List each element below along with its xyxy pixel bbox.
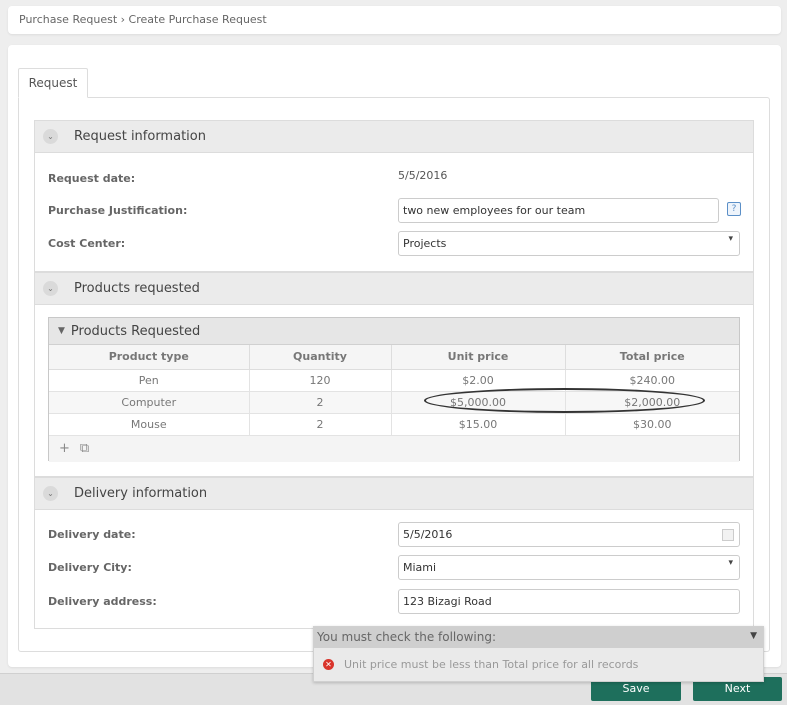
grid-header[interactable]: ▼ Products Requested [49, 318, 739, 345]
cost-center-label: Cost Center: [48, 237, 126, 250]
breadcrumb-current: Create Purchase Request [128, 13, 267, 26]
cell-quantity: 120 [249, 369, 392, 392]
copy-row-icon[interactable]: ⧉ [80, 441, 89, 456]
request-date-row: Request date: 5/5/2016 [35, 166, 753, 192]
validation-message-text: Unit price must be less than Total price… [344, 658, 639, 671]
calendar-icon[interactable] [722, 529, 734, 541]
column-header-product-type[interactable]: Product type [49, 345, 250, 370]
cost-center-select[interactable]: Projects ▾ [398, 231, 740, 256]
delivery-date-row: Delivery date: 5/5/2016 [35, 522, 753, 548]
column-header-total-price[interactable]: Total price [565, 345, 739, 370]
section-title: Request information [74, 129, 206, 144]
chevron-down-icon[interactable]: ⌄ [43, 281, 58, 296]
breadcrumb: Purchase Request › Create Purchase Reque… [8, 6, 781, 34]
section-header[interactable]: ⌄ Delivery information [35, 478, 753, 510]
tab-request[interactable]: Request [18, 68, 88, 98]
section-delivery-information: ⌄ Delivery information Delivery date: 5/… [34, 477, 754, 629]
cell-total-price: $2,000.00 [565, 391, 739, 414]
table-row[interactable]: Mouse 2 $15.00 $30.00 [49, 413, 739, 436]
breadcrumb-separator: › [120, 13, 126, 26]
chevron-down-icon[interactable]: ⌄ [43, 486, 58, 501]
cell-total-price: $30.00 [565, 413, 739, 436]
justification-input[interactable]: two new employees for our team [398, 198, 719, 223]
section-products-requested: ⌄ Products requested ▼ Products Requeste… [34, 272, 754, 477]
dropdown-arrow-icon: ▾ [728, 234, 733, 244]
section-title: Products requested [74, 281, 200, 296]
delivery-city-select[interactable]: Miami ▾ [398, 555, 740, 580]
cell-unit-price: $2.00 [391, 369, 566, 392]
dropdown-arrow-icon: ▾ [728, 558, 733, 568]
validation-header[interactable]: You must check the following: ▼ [314, 627, 763, 648]
cost-center-row: Cost Center: Projects ▾ [35, 231, 753, 257]
justification-row: Purchase Justification: two new employee… [35, 198, 753, 224]
validation-header-text: You must check the following: [317, 630, 497, 644]
cell-product: Computer [49, 391, 250, 414]
chevron-down-icon[interactable]: ⌄ [43, 129, 58, 144]
delivery-date-label: Delivery date: [48, 528, 136, 541]
form-card: Request ⌄ Request information Request da… [8, 45, 781, 667]
column-header-unit-price[interactable]: Unit price [391, 345, 566, 370]
delivery-city-label: Delivery City: [48, 561, 132, 574]
tab-panel-request: ⌄ Request information Request date: 5/5/… [18, 97, 770, 652]
section-header[interactable]: ⌄ Products requested [35, 273, 753, 305]
table-row[interactable]: Pen 120 $2.00 $240.00 [49, 369, 739, 392]
cell-unit-price: $15.00 [391, 413, 566, 436]
cell-total-price: $240.00 [565, 369, 739, 392]
error-icon: ✕ [323, 659, 334, 670]
delivery-city-value: Miami [403, 561, 437, 574]
cell-unit-price: $5,000.00 [391, 391, 566, 414]
cell-product: Mouse [49, 413, 250, 436]
chevron-down-icon[interactable]: ▼ [750, 631, 757, 641]
add-row-icon[interactable]: + [59, 441, 70, 456]
request-date-label: Request date: [48, 172, 136, 185]
cell-product: Pen [49, 369, 250, 392]
justification-label: Purchase Justification: [48, 204, 188, 217]
validation-panel: You must check the following: ▼ ✕ Unit p… [313, 626, 764, 682]
delivery-address-label: Delivery address: [48, 595, 157, 608]
breadcrumb-parent-link[interactable]: Purchase Request [19, 13, 117, 26]
delivery-address-row: Delivery address: 123 Bizagi Road [35, 589, 753, 615]
section-request-information: ⌄ Request information Request date: 5/5/… [34, 120, 754, 272]
cost-center-value: Projects [403, 237, 447, 250]
delivery-date-input[interactable]: 5/5/2016 [398, 522, 740, 547]
request-date-value: 5/5/2016 [398, 169, 448, 182]
table-row[interactable]: Computer 2 $5,000.00 $2,000.00 [49, 391, 739, 414]
grid-title: Products Requested [70, 323, 201, 339]
cell-quantity: 2 [249, 391, 392, 414]
collapse-triangle-icon[interactable]: ▼ [58, 326, 65, 336]
validation-message: ✕ Unit price must be less than Total pri… [314, 648, 763, 681]
delivery-city-row: Delivery City: Miami ▾ [35, 555, 753, 581]
delivery-address-input[interactable]: 123 Bizagi Road [398, 589, 740, 614]
products-table: Product type Quantity Unit price Total p… [49, 345, 739, 436]
section-header[interactable]: ⌄ Request information [35, 121, 753, 153]
products-grid: ▼ Products Requested Product type Quanti… [48, 317, 740, 462]
grid-footer: + ⧉ [49, 435, 739, 462]
column-header-quantity[interactable]: Quantity [249, 345, 392, 370]
section-title: Delivery information [74, 486, 208, 501]
delivery-date-value: 5/5/2016 [403, 528, 453, 541]
cell-quantity: 2 [249, 413, 392, 436]
help-icon[interactable]: ? [727, 202, 741, 216]
